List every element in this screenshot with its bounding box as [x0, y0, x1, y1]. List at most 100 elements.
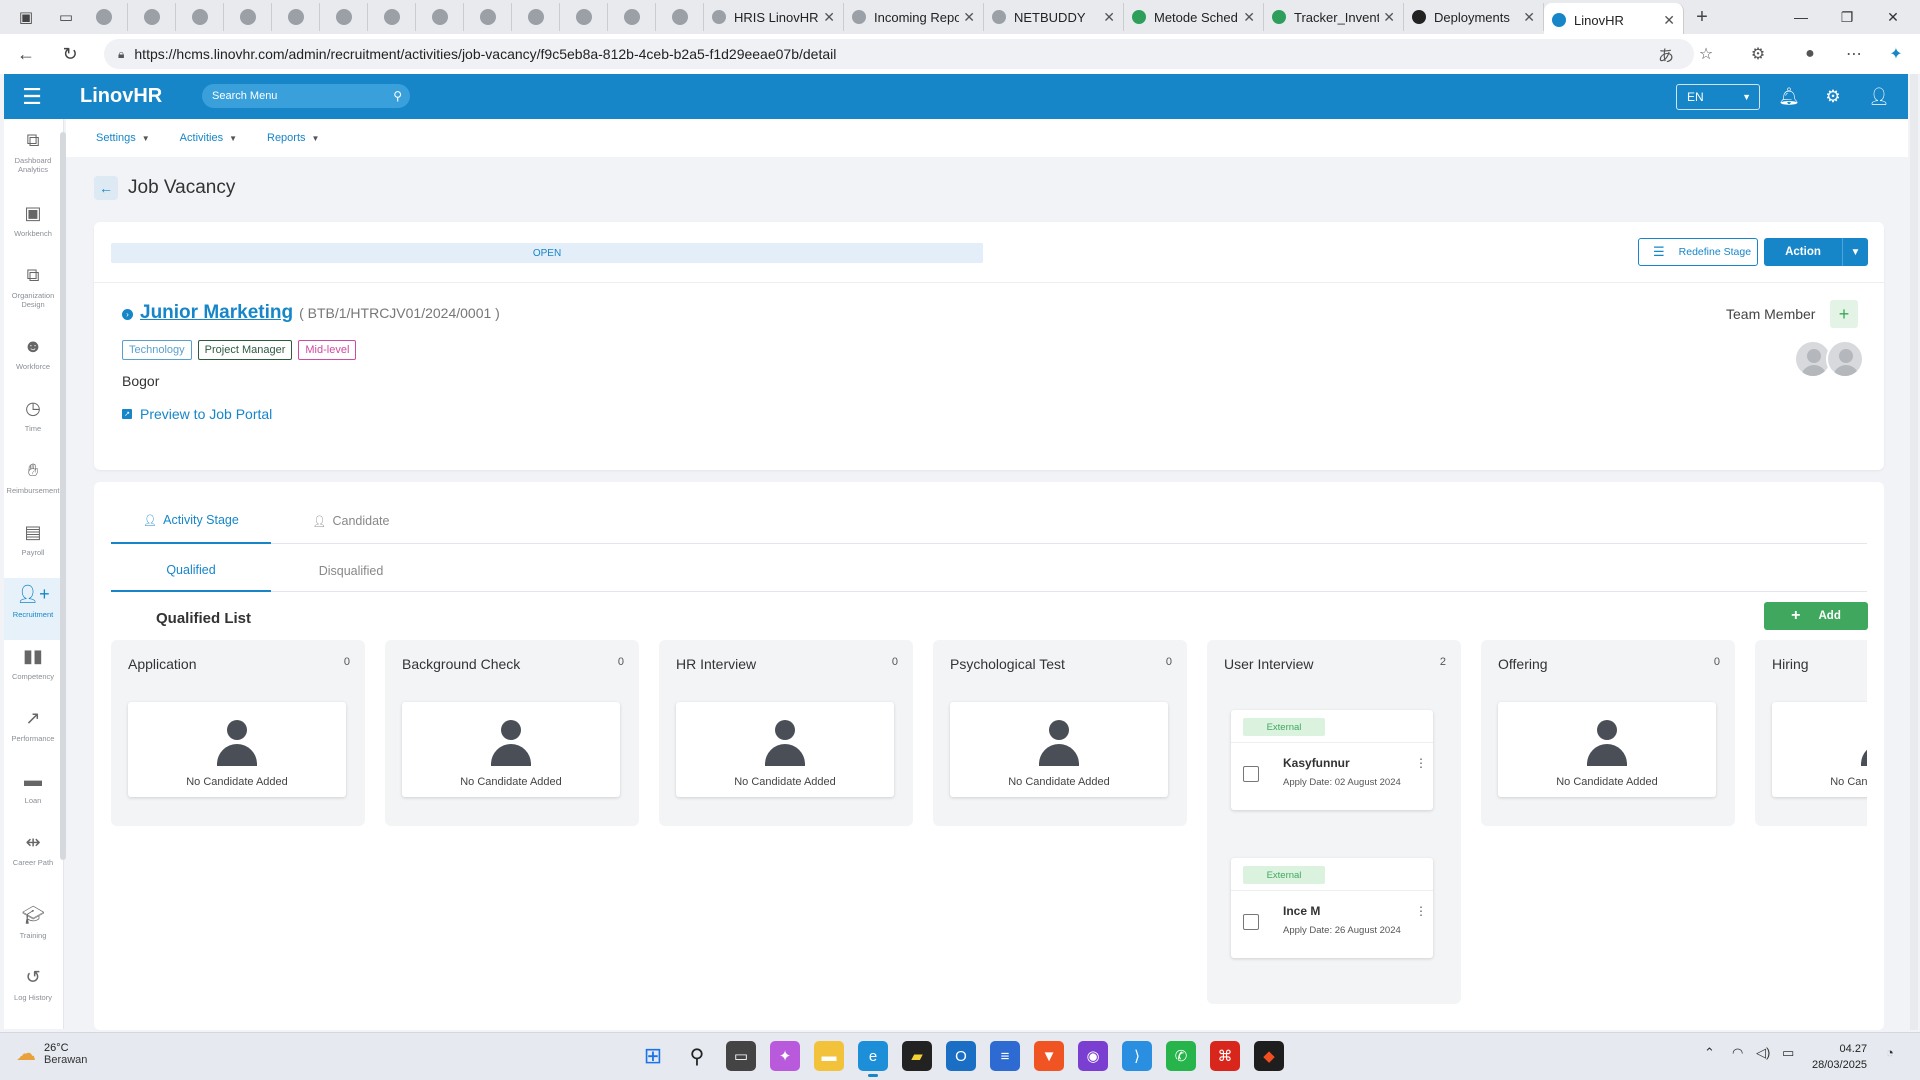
- sidebar-item-performance[interactable]: ↗ Performance: [4, 702, 62, 764]
- candidate-card[interactable]: External Ince M Apply Date: 26 August 20…: [1231, 858, 1433, 958]
- wifi-icon[interactable]: ◠: [1732, 1045, 1743, 1061]
- podcast-app-icon[interactable]: ◉: [1078, 1041, 1108, 1071]
- avatar[interactable]: [1826, 340, 1864, 378]
- app-logo[interactable]: LinovHR: [80, 85, 162, 108]
- redefine-stage-button[interactable]: ☰ Redefine Stage: [1638, 238, 1758, 266]
- notification-center-icon[interactable]: ◔: [1886, 1045, 1894, 1060]
- system-clock[interactable]: 04.27 28/03/2025: [1812, 1041, 1867, 1073]
- tray-chevron-up-icon[interactable]: ⌃: [1704, 1045, 1715, 1061]
- outlook-icon[interactable]: O: [946, 1041, 976, 1071]
- candidate-checkbox[interactable]: [1243, 914, 1259, 930]
- candidate-name[interactable]: Kasyfunnur: [1283, 756, 1350, 770]
- back-icon[interactable]: ←: [8, 36, 44, 72]
- browser-tab[interactable]: Deployments ✕: [1404, 3, 1544, 31]
- close-tab-icon[interactable]: ✕: [963, 9, 975, 26]
- close-tab-icon[interactable]: ✕: [1243, 9, 1255, 26]
- subnav-settings[interactable]: Settings ▼: [96, 132, 150, 144]
- sidebar-item-training[interactable]: 🎓︎ Training: [4, 899, 62, 961]
- kebab-menu-icon[interactable]: ⋮: [1415, 756, 1427, 770]
- sidebar-item-organization-design[interactable]: ⧉ Organization Design: [4, 259, 62, 321]
- sidebar-item-payroll[interactable]: ▤ Payroll: [4, 516, 62, 578]
- hamburger-menu-icon[interactable]: ☰: [4, 84, 60, 110]
- pinned-tab[interactable]: [560, 3, 608, 31]
- subnav-reports[interactable]: Reports ▼: [267, 132, 319, 144]
- pinned-tab[interactable]: [80, 3, 128, 31]
- browser-tab[interactable]: Incoming Repo ✕: [844, 3, 984, 31]
- whatsapp-icon[interactable]: ✆: [1166, 1041, 1196, 1071]
- sidebar-item-loan[interactable]: ▬ Loan: [4, 764, 62, 826]
- profile-avatar-icon[interactable]: ●: [1798, 42, 1822, 66]
- language-select[interactable]: EN ▼: [1676, 84, 1760, 110]
- close-tab-icon[interactable]: ✕: [1383, 9, 1395, 26]
- sidebar-scrollbar[interactable]: [60, 132, 66, 860]
- close-tab-icon[interactable]: ✕: [1523, 9, 1535, 26]
- back-arrow-button[interactable]: ←: [94, 176, 118, 200]
- add-candidate-button[interactable]: + Add: [1764, 602, 1868, 630]
- pinned-tab[interactable]: [272, 3, 320, 31]
- url-field[interactable]: 🔒︎ https://hcms.linovhr.com/admin/recrui…: [104, 39, 1694, 69]
- pinned-tab[interactable]: [128, 3, 176, 31]
- sidebar-item-log-history[interactable]: ↺ Log History: [4, 961, 62, 1023]
- more-menu-icon[interactable]: ⋯: [1842, 42, 1866, 66]
- restore-icon[interactable]: ❐: [1824, 0, 1870, 34]
- sidebar-item-workbench[interactable]: ▣ Workbench: [4, 197, 62, 259]
- sidebar-item-recruitment[interactable]: 👤︎+ Recruitment: [4, 578, 62, 640]
- browser-tab[interactable]: NETBUDDY ✕: [984, 3, 1124, 31]
- battery-icon[interactable]: ▭: [1782, 1045, 1794, 1061]
- search-menu[interactable]: ⚲: [202, 84, 410, 108]
- browser-tab[interactable]: Metode Sched ✕: [1124, 3, 1264, 31]
- task-view-icon[interactable]: ▭: [726, 1041, 756, 1071]
- brave-browser-icon[interactable]: ▼: [1034, 1041, 1064, 1071]
- preview-job-portal-link[interactable]: ↗ Preview to Job Portal: [122, 406, 272, 422]
- sticky-notes-icon[interactable]: ▰: [902, 1041, 932, 1071]
- candidate-name[interactable]: Ince M: [1283, 904, 1320, 918]
- candidate-checkbox[interactable]: [1243, 766, 1259, 782]
- chevron-down-icon[interactable]: ▼: [1842, 238, 1868, 266]
- file-explorer-icon[interactable]: ▬: [814, 1041, 844, 1071]
- notepad-icon[interactable]: ≡: [990, 1041, 1020, 1071]
- tab-actions-icon[interactable]: ▭: [52, 3, 80, 31]
- close-tab-icon[interactable]: ✕: [1103, 9, 1115, 26]
- tab-disqualified[interactable]: Disqualified: [271, 550, 431, 592]
- search-icon[interactable]: ⚲: [393, 89, 402, 103]
- workspaces-icon[interactable]: ▣: [12, 3, 40, 31]
- browser-tab[interactable]: Tracker_Invent ✕: [1264, 3, 1404, 31]
- edge-browser-icon[interactable]: e: [858, 1041, 888, 1077]
- volume-icon[interactable]: ◁): [1756, 1045, 1770, 1061]
- close-tab-icon[interactable]: ✕: [1663, 12, 1675, 29]
- copilot-icon[interactable]: ✦: [1884, 42, 1908, 66]
- pinned-tab[interactable]: [368, 3, 416, 31]
- kebab-menu-icon[interactable]: ⋮: [1415, 904, 1427, 918]
- windows-start-icon[interactable]: ⊞: [638, 1041, 668, 1071]
- pinned-tab[interactable]: [656, 3, 704, 31]
- notification-bell-icon[interactable]: 🔔︎: [1778, 86, 1800, 108]
- candidate-card[interactable]: External Kasyfunnur Apply Date: 02 Augus…: [1231, 710, 1433, 810]
- settings-gears-icon[interactable]: ⚙: [1822, 86, 1844, 108]
- job-title-link[interactable]: Junior Marketing: [140, 302, 293, 324]
- browser-tab-active[interactable]: LinovHR ✕: [1544, 3, 1684, 37]
- weather-widget[interactable]: ☁ 26°C Berawan: [16, 1041, 87, 1066]
- tab-activity-stage[interactable]: 👤︎ Activity Stage: [111, 498, 271, 544]
- browser-tab[interactable]: HRIS LinovHR ✕: [704, 3, 844, 31]
- search-icon[interactable]: ⚲: [682, 1041, 712, 1071]
- pinned-tab[interactable]: [464, 3, 512, 31]
- add-team-member-button[interactable]: +: [1830, 300, 1858, 328]
- copilot-app-icon[interactable]: ✦: [770, 1041, 800, 1071]
- user-profile-icon[interactable]: 👤︎: [1868, 86, 1890, 108]
- reload-icon[interactable]: ↻: [52, 36, 88, 72]
- favorite-star-icon[interactable]: ☆: [1694, 42, 1718, 66]
- search-menu-input[interactable]: [212, 90, 382, 102]
- vscode-icon[interactable]: ⟩: [1122, 1041, 1152, 1071]
- close-window-icon[interactable]: ✕: [1870, 0, 1916, 34]
- tab-candidate[interactable]: 👤︎ Candidate: [271, 498, 431, 544]
- pinned-tab[interactable]: [320, 3, 368, 31]
- pinned-tab[interactable]: [176, 3, 224, 31]
- sidebar-item-time[interactable]: ◷ Time: [4, 392, 62, 454]
- pinned-tab[interactable]: [416, 3, 464, 31]
- subnav-activities[interactable]: Activities ▼: [180, 132, 237, 144]
- sidebar-item-dashboard-analytics[interactable]: ⧉ Dashboard Analytics: [4, 124, 62, 186]
- stage-board[interactable]: Application 0 No Candidate Added Backgrou…: [111, 640, 1867, 1030]
- minimize-icon[interactable]: —: [1778, 0, 1824, 34]
- action-button[interactable]: Action ▼: [1764, 238, 1868, 266]
- sidebar-item-competency[interactable]: ▮▮ Competency: [4, 640, 62, 702]
